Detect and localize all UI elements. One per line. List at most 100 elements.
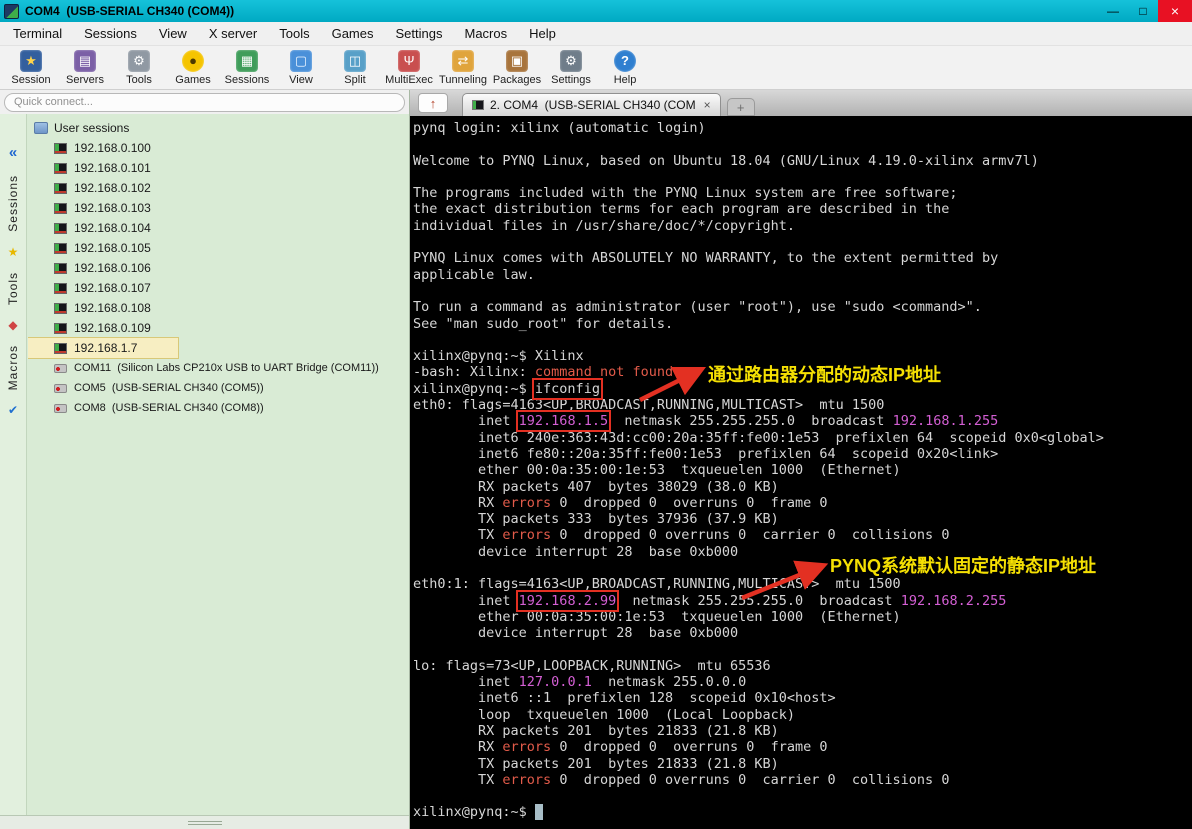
menu-view[interactable]: View (148, 22, 198, 45)
terminal-line: eth0: flags=4163<UP,BROADCAST,RUNNING,MU… (413, 397, 885, 414)
ssh-session-icon (54, 262, 67, 274)
app-icon (4, 3, 19, 19)
toolbar-help-button[interactable]: ? Help (598, 49, 652, 86)
session-item-192.168.0.102[interactable]: 192.168.0.102 (28, 178, 409, 198)
toolbar-label: Packages (492, 73, 542, 86)
new-tab-button[interactable]: + (726, 98, 755, 116)
ssh-session-icon (54, 202, 67, 214)
toolbar-label: Tunneling (439, 73, 487, 86)
toolbar-games-button[interactable]: ● Games (166, 49, 220, 86)
session-label: 192.168.0.107 (74, 281, 151, 295)
session-item-192.168.0.105[interactable]: 192.168.0.105 (28, 238, 409, 258)
menu-macros[interactable]: Macros (453, 22, 518, 45)
terminal-line: device interrupt 28 base 0xb000 (413, 625, 739, 642)
serial-session-item-com5[interactable]: COM5 (USB-SERIAL CH340 (COM5)) (28, 378, 409, 398)
terminal-line: TX errors 0 dropped 0 overruns 0 carrier… (413, 527, 950, 544)
terminal-line: eth0:1: flags=4163<UP,BROADCAST,RUNNING,… (413, 576, 901, 593)
menu-tools[interactable]: Tools (268, 22, 320, 45)
terminal[interactable]: pynq login: xilinx (automatic login) Wel… (410, 116, 1192, 829)
window-controls: — □ × (1098, 0, 1192, 22)
terminal-line: inet6 ::1 prefixlen 128 scopeid 0x10<hos… (413, 690, 836, 707)
session-item-192.168.0.101[interactable]: 192.168.0.101 (28, 158, 409, 178)
close-button[interactable]: × (1158, 0, 1192, 22)
menu-sessions[interactable]: Sessions (73, 22, 148, 45)
ssh-session-icon (54, 242, 67, 254)
session-item-192.168.0.106[interactable]: 192.168.0.106 (28, 258, 409, 278)
menu-terminal[interactable]: Terminal (2, 22, 73, 45)
terminal-tab-icon (472, 100, 484, 110)
menu-settings[interactable]: Settings (385, 22, 454, 45)
toolbar-packages-button[interactable]: ▣ Packages (490, 49, 544, 86)
red-highlight-box: 192.168.2.99 (515, 589, 620, 612)
serial-session-item-com11[interactable]: COM11 (Silicon Labs CP210x USB to UART B… (28, 358, 409, 378)
annotation-dynamic-ip: 通过路由器分配的动态IP地址 (708, 365, 942, 385)
menu-help[interactable]: Help (518, 22, 567, 45)
toolbar-label: Games (175, 73, 211, 86)
tab-com4[interactable]: 2. COM4 (USB-SERIAL CH340 (COM × (462, 93, 721, 116)
session-label: 192.168.0.100 (74, 141, 151, 155)
toolbar-multiexec-button[interactable]: Ψ MultiExec (382, 49, 436, 86)
toolbar-session-button[interactable]: ★ Session (4, 49, 58, 86)
menu-games[interactable]: Games (321, 22, 385, 45)
detach-tab-button[interactable]: ↑ (418, 93, 448, 113)
toolbar-view-button[interactable]: ▢ View (274, 49, 328, 86)
terminal-line: Welcome to PYNQ Linux, based on Ubuntu 1… (413, 152, 1039, 169)
serial-port-icon (54, 363, 67, 373)
terminal-line: RX packets 407 bytes 38029 (38.0 KB) (413, 478, 779, 495)
view-icon: ▢ (290, 49, 312, 72)
session-item-192.168.0.107[interactable]: 192.168.0.107 (28, 278, 409, 298)
vertical-tab-tools[interactable]: Tools (6, 272, 20, 305)
toolbar-split-button[interactable]: ◫ Split (328, 49, 382, 86)
serial-session-item-com8[interactable]: COM8 (USB-SERIAL CH340 (COM8)) (28, 398, 409, 418)
terminal-line: inet6 240e:363:43d:cc00:20a:35ff:fe00:1e… (413, 429, 1104, 446)
terminal-line: RX errors 0 dropped 0 overruns 0 frame 0 (413, 494, 828, 511)
tab-close-icon[interactable]: × (704, 98, 711, 112)
toolbar-sessions-button[interactable]: ▦ Sessions (220, 49, 274, 86)
toolbar-tools-button[interactable]: ⚙ Tools (112, 49, 166, 86)
session-item-192.168.1.7[interactable]: 192.168.1.7 (28, 337, 179, 359)
toolbar-tunneling-button[interactable]: ⇄ Tunneling (436, 49, 490, 86)
servers-icon: ▤ (74, 49, 96, 72)
sidebar-vertical-strip: « Sessions ★ Tools ◆ Macros ✔ (0, 114, 27, 815)
terminal-line: inet 192.168.2.99 netmask 255.255.255.0 … (413, 589, 1007, 612)
session-item-192.168.0.103[interactable]: 192.168.0.103 (28, 198, 409, 218)
collapse-sidebar-button[interactable]: « (9, 144, 17, 161)
toolbar-label: Sessions (224, 73, 270, 86)
toolbar-settings-button[interactable]: ⚙ Settings (544, 49, 598, 86)
toolbar-servers-button[interactable]: ▤ Servers (58, 49, 112, 86)
session-label: 192.168.0.109 (74, 321, 151, 335)
maximize-button[interactable]: □ (1128, 0, 1158, 22)
toolbar-label: MultiExec (385, 73, 433, 86)
session-item-192.168.0.109[interactable]: 192.168.0.109 (28, 318, 409, 338)
star-icon: ★ (7, 244, 19, 259)
toolbar-label: Split (344, 73, 366, 86)
session-item-192.168.0.108[interactable]: 192.168.0.108 (28, 298, 409, 318)
terminal-line: lo: flags=73<UP,LOOPBACK,RUNNING> mtu 65… (413, 657, 771, 674)
title-bar: COM4 (USB-SERIAL CH340 (COM4)) — □ × (0, 0, 1192, 22)
sessions-icon: ▦ (236, 49, 258, 72)
session-item-192.168.0.104[interactable]: 192.168.0.104 (28, 218, 409, 238)
window-title: COM4 (USB-SERIAL CH340 (COM4)) (25, 4, 235, 18)
session-icon: ★ (20, 49, 42, 72)
minimize-button[interactable]: — (1098, 0, 1128, 22)
settings-icon: ⚙ (560, 49, 582, 72)
terminal-line: TX errors 0 dropped 0 overruns 0 carrier… (413, 771, 950, 788)
ssh-session-icon (54, 322, 67, 334)
menu-x-server[interactable]: X server (198, 22, 268, 45)
session-item-192.168.0.100[interactable]: 192.168.0.100 (28, 138, 409, 158)
quick-connect-input[interactable] (4, 92, 405, 112)
vertical-tab-macros[interactable]: Macros (6, 345, 20, 390)
vertical-tab-sessions[interactable]: Sessions (6, 175, 20, 232)
tree-root-user-sessions[interactable]: User sessions (28, 118, 409, 138)
terminal-line: ether 00:0a:35:00:1e:53 txqueuelen 1000 … (413, 608, 901, 625)
session-label: 192.168.0.106 (74, 261, 151, 275)
session-label: COM5 (USB-SERIAL CH340 (COM5)) (74, 382, 264, 394)
app-window: COM4 (USB-SERIAL CH340 (COM4)) — □ × Ter… (0, 0, 1192, 829)
sidebar-resize-grip[interactable] (0, 815, 409, 829)
session-label: 192.168.1.7 (74, 341, 138, 355)
